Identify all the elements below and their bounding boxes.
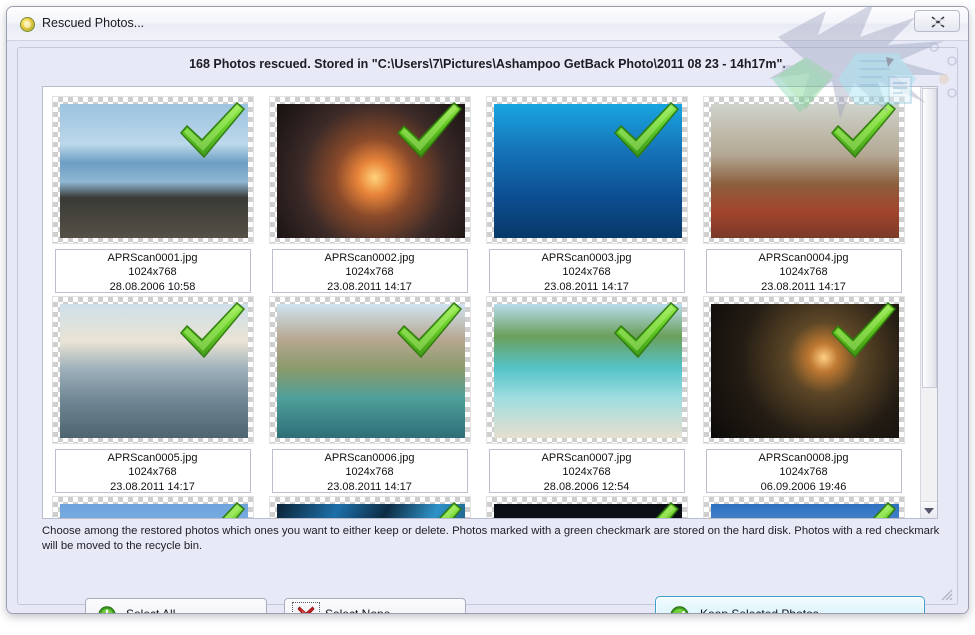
- photo-image: [710, 104, 899, 238]
- select-all-button[interactable]: Select All: [85, 598, 267, 614]
- photo-grid-items: APRScan0001.jpg 1024x768 28.08.2006 10:5…: [43, 87, 921, 518]
- photo-filename: APRScan0004.jpg: [758, 252, 849, 264]
- photo-thumbnail[interactable]: [485, 96, 688, 244]
- photo-image: [276, 104, 465, 238]
- window-title: Rescued Photos...: [42, 16, 145, 30]
- photo-image: [276, 304, 465, 438]
- photo-thumbnail[interactable]: [485, 496, 688, 518]
- window-titlebar: Rescued Photos...: [7, 7, 968, 41]
- photo-image: [493, 504, 682, 518]
- photo-thumbnail[interactable]: [268, 296, 471, 444]
- photo-dimensions: 1024x768: [562, 266, 611, 279]
- photo-caption: APRScan0008.jpg 1024x768 06.09.2006 19:4…: [705, 449, 902, 493]
- photo-caption: APRScan0007.jpg 1024x768 28.08.2006 12:5…: [488, 449, 685, 493]
- photo-thumbnail[interactable]: [702, 296, 905, 444]
- photo-caption: APRScan0004.jpg 1024x768 23.08.2011 14:1…: [705, 249, 902, 293]
- close-button[interactable]: [914, 10, 960, 32]
- photo-cell[interactable]: APRScan0006.jpg 1024x768 23.08.2011 14:1…: [265, 292, 474, 493]
- photo-thumbnail[interactable]: [485, 296, 688, 444]
- photo-caption: APRScan0006.jpg 1024x768 23.08.2011 14:1…: [271, 449, 468, 493]
- scrollbar-down-button[interactable]: [921, 501, 937, 518]
- dialog-body: 168 Photos rescued. Stored in "C:\Users\…: [7, 41, 968, 613]
- content-panel: 168 Photos rescued. Stored in "C:\Users\…: [17, 47, 958, 613]
- photo-filename: APRScan0003.jpg: [541, 252, 632, 264]
- photo-image: [493, 304, 682, 438]
- select-none-label: Select None: [325, 607, 391, 614]
- photo-dimensions: 1024x768: [779, 266, 828, 279]
- photo-cell[interactable]: APRScan0003.jpg 1024x768 23.08.2011 14:1…: [482, 92, 691, 293]
- photo-thumbnail[interactable]: [51, 96, 254, 244]
- photo-thumbnail[interactable]: [702, 496, 905, 518]
- photo-image: [710, 304, 899, 438]
- photo-dimensions: 1024x768: [345, 466, 394, 479]
- photo-cell[interactable]: [48, 492, 257, 518]
- screenshot-root: Rescued Photos... 168 Photos rescued. St…: [0, 0, 975, 635]
- photo-thumbnail[interactable]: [51, 296, 254, 444]
- keep-selected-photos-button[interactable]: Keep Selected Photos: [655, 596, 925, 614]
- photo-dimensions: 1024x768: [562, 466, 611, 479]
- instructions-text: Choose among the restored photos which o…: [42, 525, 940, 552]
- chevron-down-icon: [924, 508, 934, 514]
- photo-cell[interactable]: APRScan0004.jpg 1024x768 23.08.2011 14:1…: [699, 92, 908, 293]
- photo-cell[interactable]: APRScan0002.jpg 1024x768 23.08.2011 14:1…: [265, 92, 474, 293]
- resize-grip[interactable]: [940, 588, 953, 601]
- photo-cell[interactable]: APRScan0008.jpg 1024x768 06.09.2006 19:4…: [699, 292, 908, 493]
- green-check-circle-icon: [670, 606, 689, 613]
- photo-thumbnail[interactable]: [268, 496, 471, 518]
- close-icon: [931, 16, 945, 28]
- photo-image: [493, 104, 682, 238]
- photo-caption: APRScan0002.jpg 1024x768 23.08.2011 14:1…: [271, 249, 468, 293]
- photo-filename: APRScan0008.jpg: [758, 452, 849, 464]
- photo-thumbnail[interactable]: [51, 496, 254, 518]
- status-header: 168 Photos rescued. Stored in "C:\Users\…: [189, 57, 786, 71]
- photo-image: [59, 304, 248, 438]
- photo-thumbnail[interactable]: [268, 96, 471, 244]
- photo-dimensions: 1024x768: [128, 266, 177, 279]
- green-plus-icon: [98, 606, 116, 613]
- photo-cell[interactable]: [265, 492, 474, 518]
- photo-cell[interactable]: [699, 492, 908, 518]
- photo-grid-scrollbar[interactable]: [920, 87, 937, 518]
- app-icon: [20, 17, 35, 32]
- photo-caption: APRScan0005.jpg 1024x768 23.08.2011 14:1…: [54, 449, 251, 493]
- photo-caption: APRScan0003.jpg 1024x768 23.08.2011 14:1…: [488, 249, 685, 293]
- select-all-label: Select All: [126, 607, 176, 614]
- select-none-button[interactable]: Select None: [284, 598, 466, 614]
- scrollbar-thumb[interactable]: [922, 88, 937, 388]
- photo-caption: APRScan0001.jpg 1024x768 28.08.2006 10:5…: [54, 249, 251, 293]
- photo-filename: APRScan0005.jpg: [107, 452, 198, 464]
- red-x-icon: [297, 606, 315, 613]
- photo-filename: APRScan0002.jpg: [324, 252, 415, 264]
- photo-dimensions: 1024x768: [779, 466, 828, 479]
- photo-filename: APRScan0001.jpg: [107, 252, 198, 264]
- photo-grid: APRScan0001.jpg 1024x768 28.08.2006 10:5…: [42, 86, 938, 519]
- photo-cell[interactable]: APRScan0001.jpg 1024x768 28.08.2006 10:5…: [48, 92, 257, 293]
- photo-thumbnail[interactable]: [702, 96, 905, 244]
- photo-cell[interactable]: APRScan0007.jpg 1024x768 28.08.2006 12:5…: [482, 292, 691, 493]
- rescued-photos-window: Rescued Photos... 168 Photos rescued. St…: [6, 6, 969, 614]
- photo-cell[interactable]: [482, 492, 691, 518]
- keep-selected-photos-label: Keep Selected Photos: [700, 607, 819, 614]
- photo-dimensions: 1024x768: [128, 466, 177, 479]
- photo-filename: APRScan0006.jpg: [324, 452, 415, 464]
- photo-image: [59, 504, 248, 518]
- photo-image: [59, 104, 248, 238]
- photo-dimensions: 1024x768: [345, 266, 394, 279]
- photo-cell[interactable]: APRScan0005.jpg 1024x768 23.08.2011 14:1…: [48, 292, 257, 493]
- photo-image: [276, 504, 465, 518]
- photo-image: [710, 504, 899, 518]
- photo-filename: APRScan0007.jpg: [541, 452, 632, 464]
